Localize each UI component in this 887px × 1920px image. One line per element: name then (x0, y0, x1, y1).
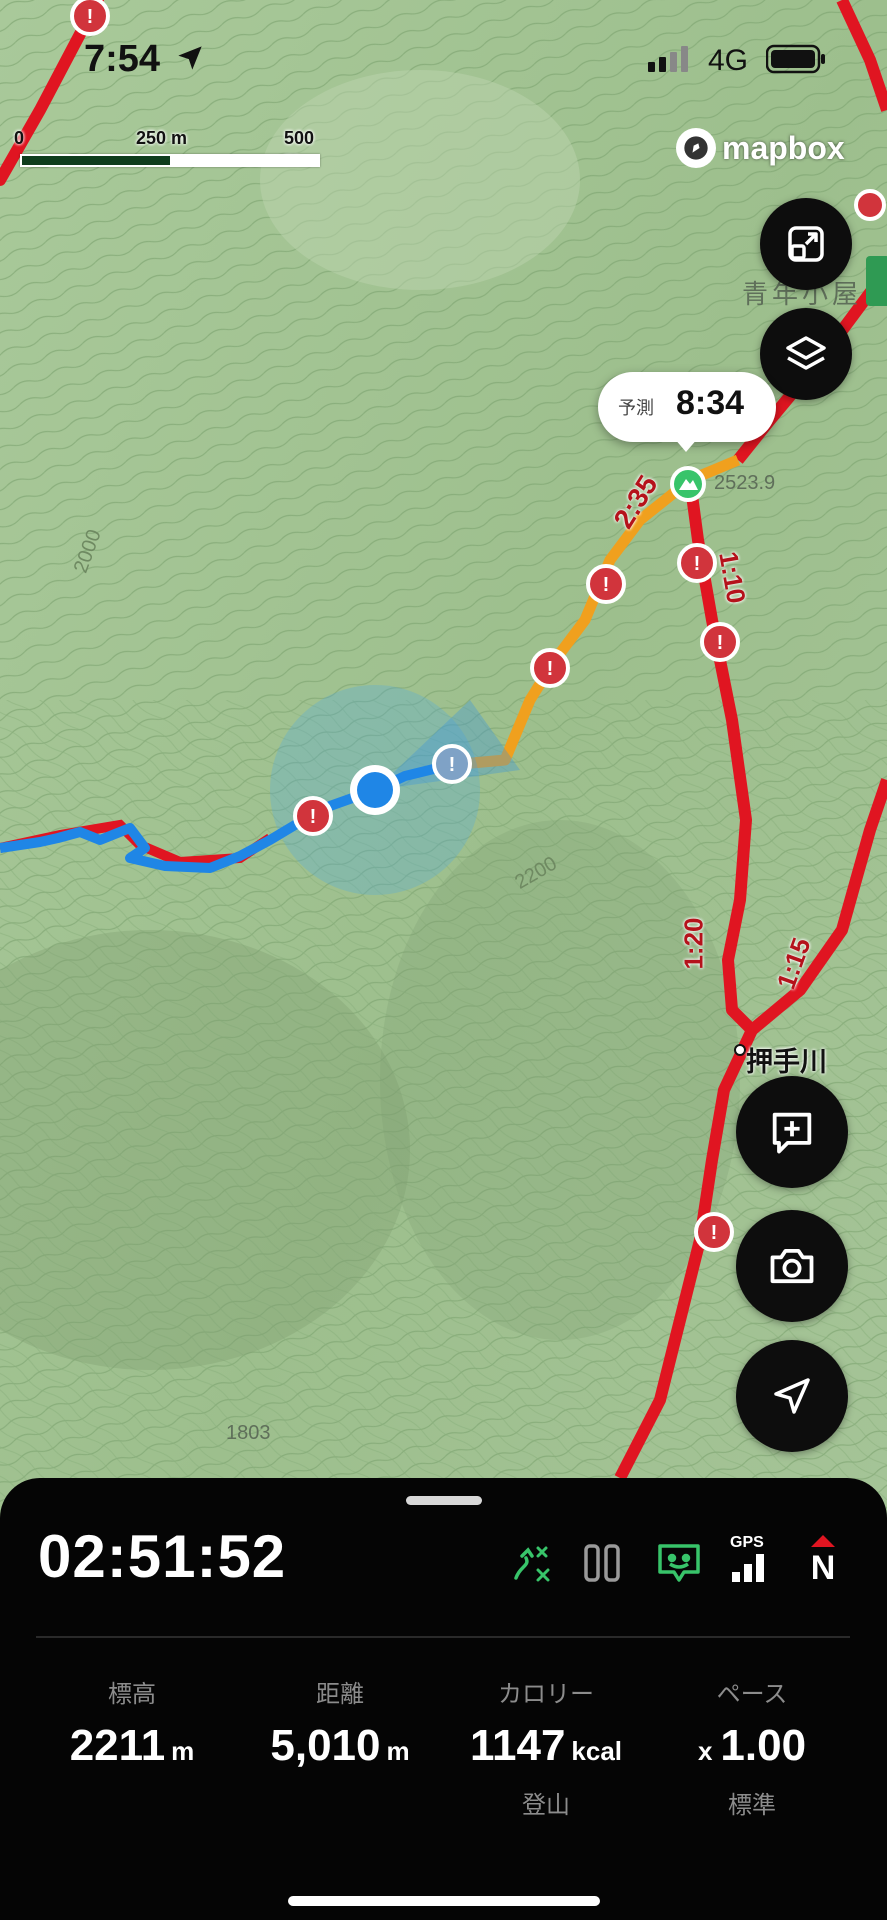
stat-calories-unit: kcal (571, 1736, 623, 1766)
waypoint-icon[interactable] (580, 1540, 626, 1586)
elapsed-time: 02:51:52 (38, 1523, 287, 1590)
status-time: 7:54 (84, 38, 161, 80)
panel-drag-handle[interactable] (406, 1496, 482, 1505)
svg-text:!: ! (310, 806, 317, 828)
stat-distance: 距離 5,010 m (230, 1674, 450, 1771)
stat-calories[interactable]: カロリー 1147 kcal 登山 (436, 1674, 656, 1820)
network-type: 4G (708, 44, 749, 77)
panel-divider (36, 1636, 850, 1638)
north-arrow-icon (811, 1535, 835, 1547)
camera-icon (770, 1248, 814, 1284)
stat-elevation-unit: m (171, 1736, 195, 1766)
svg-text:!: ! (449, 754, 456, 776)
stat-calories-value: 1147 (469, 1721, 566, 1770)
stat-pace[interactable]: ペース x 1.00 標準 (642, 1674, 862, 1820)
svg-text:!: ! (711, 1222, 718, 1244)
gps-signal-icon (732, 1554, 764, 1582)
stat-pace-mode: 標準 (728, 1792, 776, 1819)
svg-text:!: ! (603, 574, 610, 596)
arrival-prediction-bubble[interactable]: 予測 8:34 (598, 372, 776, 452)
stat-elevation-label: 標高 (108, 1681, 156, 1708)
scale-bar (20, 154, 320, 167)
fit-view-icon (788, 226, 824, 262)
svg-text:!: ! (717, 632, 724, 654)
signal-icon (648, 46, 688, 72)
stat-distance-label: 距離 (316, 1681, 364, 1708)
peak-elevation-label: 2523.9 (714, 472, 776, 494)
svg-text:!: ! (547, 658, 554, 680)
stat-calories-label: カロリー (498, 1681, 594, 1708)
mapbox-logo-icon (676, 128, 716, 168)
add-note-icon (772, 1112, 812, 1154)
gps-status[interactable]: GPS (730, 1534, 772, 1582)
segment-time-3: 1:20 (678, 917, 709, 970)
battery-icon (766, 44, 825, 74)
map-scale: 0 250 m 500 m (14, 128, 334, 169)
prediction-label: 予測 (618, 398, 654, 418)
svg-text:!: ! (694, 553, 701, 575)
scale-zero: 0 (14, 128, 25, 148)
stat-pace-value: 1.00 (720, 1721, 807, 1770)
route-off-icon[interactable] (508, 1540, 554, 1586)
stat-elevation-value: 2211 (69, 1721, 166, 1770)
add-note-button[interactable] (736, 1076, 848, 1188)
mapbox-attribution[interactable]: mapbox (676, 124, 845, 172)
fit-view-button[interactable] (760, 198, 852, 290)
stat-distance-unit: m (386, 1736, 410, 1766)
layers-icon (786, 336, 826, 370)
mapbox-text: mapbox (722, 129, 845, 166)
location-arrow-icon (178, 46, 202, 70)
spot-elevation-label: 1803 (226, 1422, 271, 1444)
stat-pace-prefix: x (697, 1736, 713, 1766)
camera-button[interactable] (736, 1210, 848, 1322)
scale-mid: 250 m (136, 128, 188, 148)
gps-label: GPS (730, 1534, 764, 1551)
stat-elevation: 標高 2211 m (22, 1674, 242, 1771)
place-label: 押手川 (746, 1047, 827, 1077)
status-bar: 7:54 4G (0, 0, 887, 110)
compass-north[interactable]: N (806, 1534, 840, 1587)
recenter-location-button[interactable] (736, 1340, 848, 1452)
stat-distance-value: 5,010 (270, 1721, 381, 1770)
home-indicator[interactable] (288, 1896, 600, 1906)
stat-calories-mode: 登山 (522, 1792, 570, 1819)
north-label: N (810, 1549, 836, 1587)
layers-button[interactable] (760, 308, 852, 400)
activity-panel[interactable]: 02:51:52 GPS N 標高 2211 m 距離 5,010 m カロリー 1… (0, 1478, 887, 1920)
prediction-time: 8:34 (676, 384, 745, 422)
navigation-arrow-icon (774, 1378, 810, 1414)
alert-chat-icon[interactable] (654, 1540, 704, 1586)
stat-pace-label: ペース (716, 1681, 788, 1708)
